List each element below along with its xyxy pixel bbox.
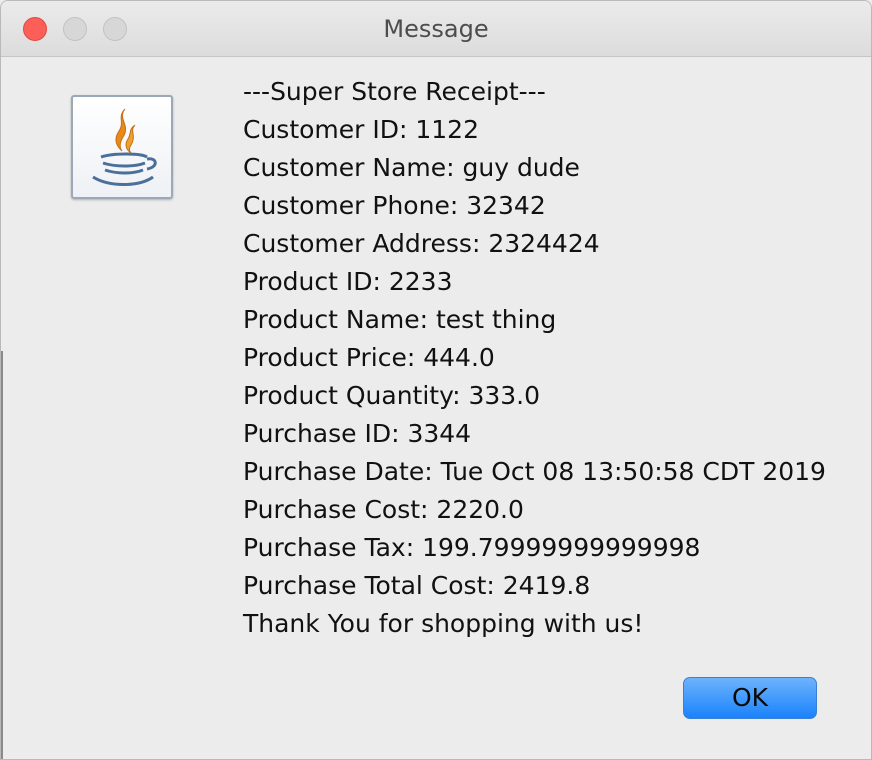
customer-address-line: Customer Address: 2324424 [243,229,600,258]
purchase-total-cost-line: Purchase Total Cost: 2419.8 [243,571,591,600]
title-bar[interactable]: Message [1,1,871,57]
thank-you-line: Thank You for shopping with us! [243,609,644,638]
customer-name-line: Customer Name: guy dude [243,153,580,182]
product-price-line: Product Price: 444.0 [243,343,495,372]
purchase-date-line: Purchase Date: Tue Oct 08 13:50:58 CDT 2… [243,457,826,486]
purchase-id-line: Purchase ID: 3344 [243,419,472,448]
window-left-divider [1,351,3,759]
message-dialog: Message ---Super Store Receipt--- Custom… [0,0,872,760]
ok-button[interactable]: OK [683,677,817,719]
java-coffee-cup-icon [71,95,173,199]
dialog-content: ---Super Store Receipt--- Customer ID: 1… [1,57,871,759]
product-id-line: Product ID: 2233 [243,267,453,296]
receipt-header: ---Super Store Receipt--- [243,77,546,106]
product-name-line: Product Name: test thing [243,305,557,334]
purchase-tax-line: Purchase Tax: 199.79999999999998 [243,533,701,562]
java-coffee-cup-icon-graphic [92,108,157,186]
receipt-message: ---Super Store Receipt--- Customer ID: 1… [243,73,863,643]
customer-phone-line: Customer Phone: 32342 [243,191,546,220]
product-quantity-line: Product Quantity: 333.0 [243,381,541,410]
window-title: Message [383,15,489,43]
purchase-cost-line: Purchase Cost: 2220.0 [243,495,524,524]
customer-id-line: Customer ID: 1122 [243,115,479,144]
